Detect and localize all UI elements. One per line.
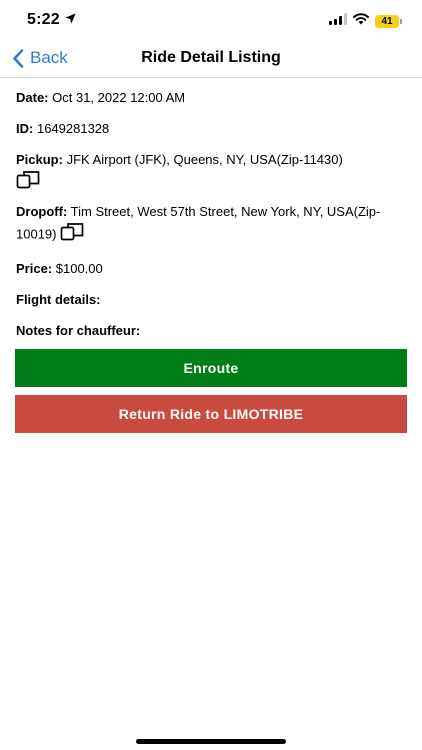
date-label: Date: [16,90,49,105]
status-time: 5:22 [27,11,76,29]
return-ride-button[interactable]: Return Ride to LIMOTRIBE [15,395,407,433]
flight-row: Flight details: [16,290,406,310]
status-right: 41 [329,12,402,30]
date-value: Oct 31, 2022 12:00 AM [52,90,186,105]
ride-details: Date: Oct 31, 2022 12:00 AM ID: 16492813… [16,88,406,352]
notes-row: Notes for chauffeur: [16,321,406,341]
status-bar: 5:22 41 [0,0,422,40]
id-value: 1649281328 [36,121,110,136]
price-value: $100.00 [55,261,103,276]
battery-icon: 41 [375,14,402,28]
battery-level: 41 [375,14,399,28]
copy-icon[interactable] [60,222,84,248]
enroute-button[interactable]: Enroute [15,349,407,387]
location-arrow-icon [65,11,76,29]
price-row: Price: $100.00 [16,259,406,279]
signal-icon [329,12,347,30]
notes-label: Notes for chauffeur: [16,323,141,338]
pickup-label: Pickup: [16,152,63,167]
date-row: Date: Oct 31, 2022 12:00 AM [16,88,406,108]
navigation-bar: Back Ride Detail Listing [0,40,422,78]
dropoff-label: Dropoff: [16,204,68,219]
id-row: ID: 1649281328 [16,119,406,139]
pickup-row: Pickup: JFK Airport (JFK), Queens, NY, U… [16,150,406,191]
wifi-icon [353,12,369,30]
price-label: Price: [16,261,53,276]
copy-icon[interactable] [16,170,40,196]
pickup-value: JFK Airport (JFK), Queens, NY, USA(Zip-1… [66,152,343,167]
home-indicator[interactable] [136,739,286,744]
status-time-text: 5:22 [27,11,60,28]
battery-tip [400,18,402,24]
dropoff-row: Dropoff: Tim Street, West 57th Street, N… [16,202,406,248]
page-title: Ride Detail Listing [141,49,281,66]
flight-details-label: Flight details: [16,292,101,307]
id-label: ID: [16,121,34,136]
